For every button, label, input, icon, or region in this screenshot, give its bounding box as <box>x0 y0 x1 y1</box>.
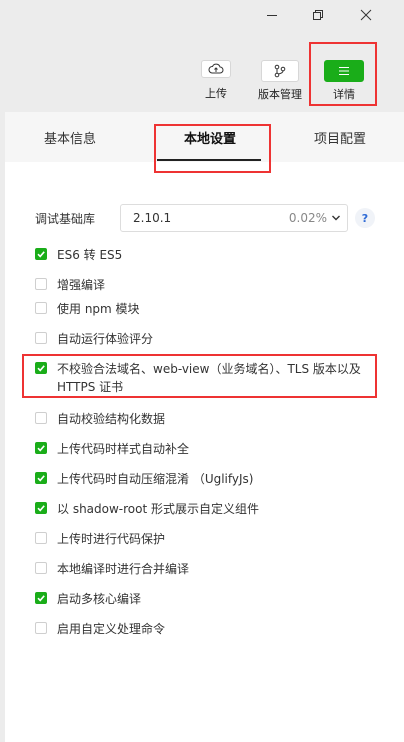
option-row[interactable]: 使用 npm 模块 <box>35 300 140 318</box>
option-label: 自动校验结构化数据 <box>57 412 166 426</box>
option-label: 使用 npm 模块 <box>57 302 140 316</box>
restore-icon[interactable] <box>308 5 328 25</box>
option-label: 自动运行体验评分 <box>57 332 154 346</box>
option-row[interactable]: 启用自定义处理命令 <box>35 620 165 638</box>
checkbox-checked[interactable] <box>35 592 47 604</box>
debug-lib-version: 2.10.1 <box>133 211 172 225</box>
tab-basic-info[interactable]: 基本信息 <box>25 112 115 162</box>
debug-lib-percent: 0.02% <box>288 211 327 225</box>
settings-panel: 基本信息 本地设置 项目配置 调试基础库 2.10.1 0.02% ? ES6 … <box>5 112 404 742</box>
option-label: 上传代码时自动压缩混淆 （UglifyJs) <box>57 472 254 486</box>
checkbox-unchecked[interactable] <box>35 562 47 574</box>
version-management-label: 版本管理 <box>258 88 302 101</box>
option-label: 上传代码时样式自动补全 <box>57 442 190 456</box>
tab-label: 项目配置 <box>313 131 366 147</box>
chevron-down-icon <box>331 211 341 225</box>
option-label: 增强编译 <box>57 278 106 292</box>
checkbox-checked[interactable] <box>35 472 47 484</box>
option-row[interactable]: 增强编译 <box>35 276 105 294</box>
checkbox-unchecked[interactable] <box>35 302 47 314</box>
option-row[interactable]: 自动运行体验评分 <box>35 330 153 348</box>
option-row[interactable]: 上传代码时样式自动补全 <box>35 440 189 458</box>
checkbox-checked[interactable] <box>35 248 47 260</box>
debug-lib-label: 调试基础库 <box>35 211 96 226</box>
option-label: 不校验合法域名、web-view（业务域名）、TLS 版本以及 HTTPS 证书 <box>57 362 361 394</box>
cloud-upload-icon <box>201 60 231 78</box>
active-tab-indicator <box>157 159 261 161</box>
toolbar: 上传 版本管理 详情 <box>0 30 404 110</box>
option-label: 启用自定义处理命令 <box>57 622 166 636</box>
tab-label: 本地设置 <box>183 131 236 147</box>
details-label: 详情 <box>333 88 355 101</box>
version-management-button[interactable]: 版本管理 <box>252 60 308 104</box>
checkbox-checked[interactable] <box>35 442 47 454</box>
debug-lib-row: 调试基础库 2.10.1 0.02% <box>35 204 348 232</box>
option-label: 上传时进行代码保护 <box>57 532 166 546</box>
checkbox-checked[interactable] <box>35 362 47 374</box>
option-row[interactable]: 本地编译时进行合并编译 <box>35 560 189 578</box>
checkbox-unchecked[interactable] <box>35 532 47 544</box>
option-label: 以 shadow-root 形式展示自定义组件 <box>57 502 260 516</box>
option-row[interactable]: 上传时进行代码保护 <box>35 530 165 548</box>
option-row[interactable]: 不校验合法域名、web-view（业务域名）、TLS 版本以及 HTTPS 证书 <box>35 360 362 396</box>
checkbox-unchecked[interactable] <box>35 622 47 634</box>
option-label: 启动多核心编译 <box>57 592 142 606</box>
window-controls <box>244 0 404 30</box>
checkbox-checked[interactable] <box>35 502 47 514</box>
option-row[interactable]: 以 shadow-root 形式展示自定义组件 <box>35 500 259 518</box>
tab-label: 基本信息 <box>43 131 96 147</box>
option-row[interactable]: 上传代码时自动压缩混淆 （UglifyJs) <box>35 470 253 488</box>
option-row[interactable]: 自动校验结构化数据 <box>35 410 165 428</box>
option-row[interactable]: ES6 转 ES5 <box>35 246 122 264</box>
debug-lib-select[interactable]: 2.10.1 0.02% <box>120 204 348 232</box>
tab-bar: 基本信息 本地设置 项目配置 <box>5 112 404 162</box>
branch-icon <box>261 60 299 82</box>
checkbox-unchecked[interactable] <box>35 332 47 344</box>
checkbox-unchecked[interactable] <box>35 412 47 424</box>
tab-local-settings[interactable]: 本地设置 <box>155 112 265 162</box>
tab-project-config[interactable]: 项目配置 <box>295 112 385 162</box>
details-button[interactable]: 详情 <box>316 60 372 104</box>
option-label: ES6 转 ES5 <box>57 248 123 262</box>
minimize-icon[interactable] <box>262 5 282 25</box>
checkbox-unchecked[interactable] <box>35 278 47 290</box>
upload-button[interactable]: 上传 <box>188 60 244 104</box>
option-label: 本地编译时进行合并编译 <box>57 562 190 576</box>
menu-icon <box>324 60 364 82</box>
upload-label: 上传 <box>205 87 227 100</box>
close-icon[interactable] <box>356 5 376 25</box>
option-row[interactable]: 启动多核心编译 <box>35 590 141 608</box>
help-icon[interactable]: ? <box>355 208 375 228</box>
